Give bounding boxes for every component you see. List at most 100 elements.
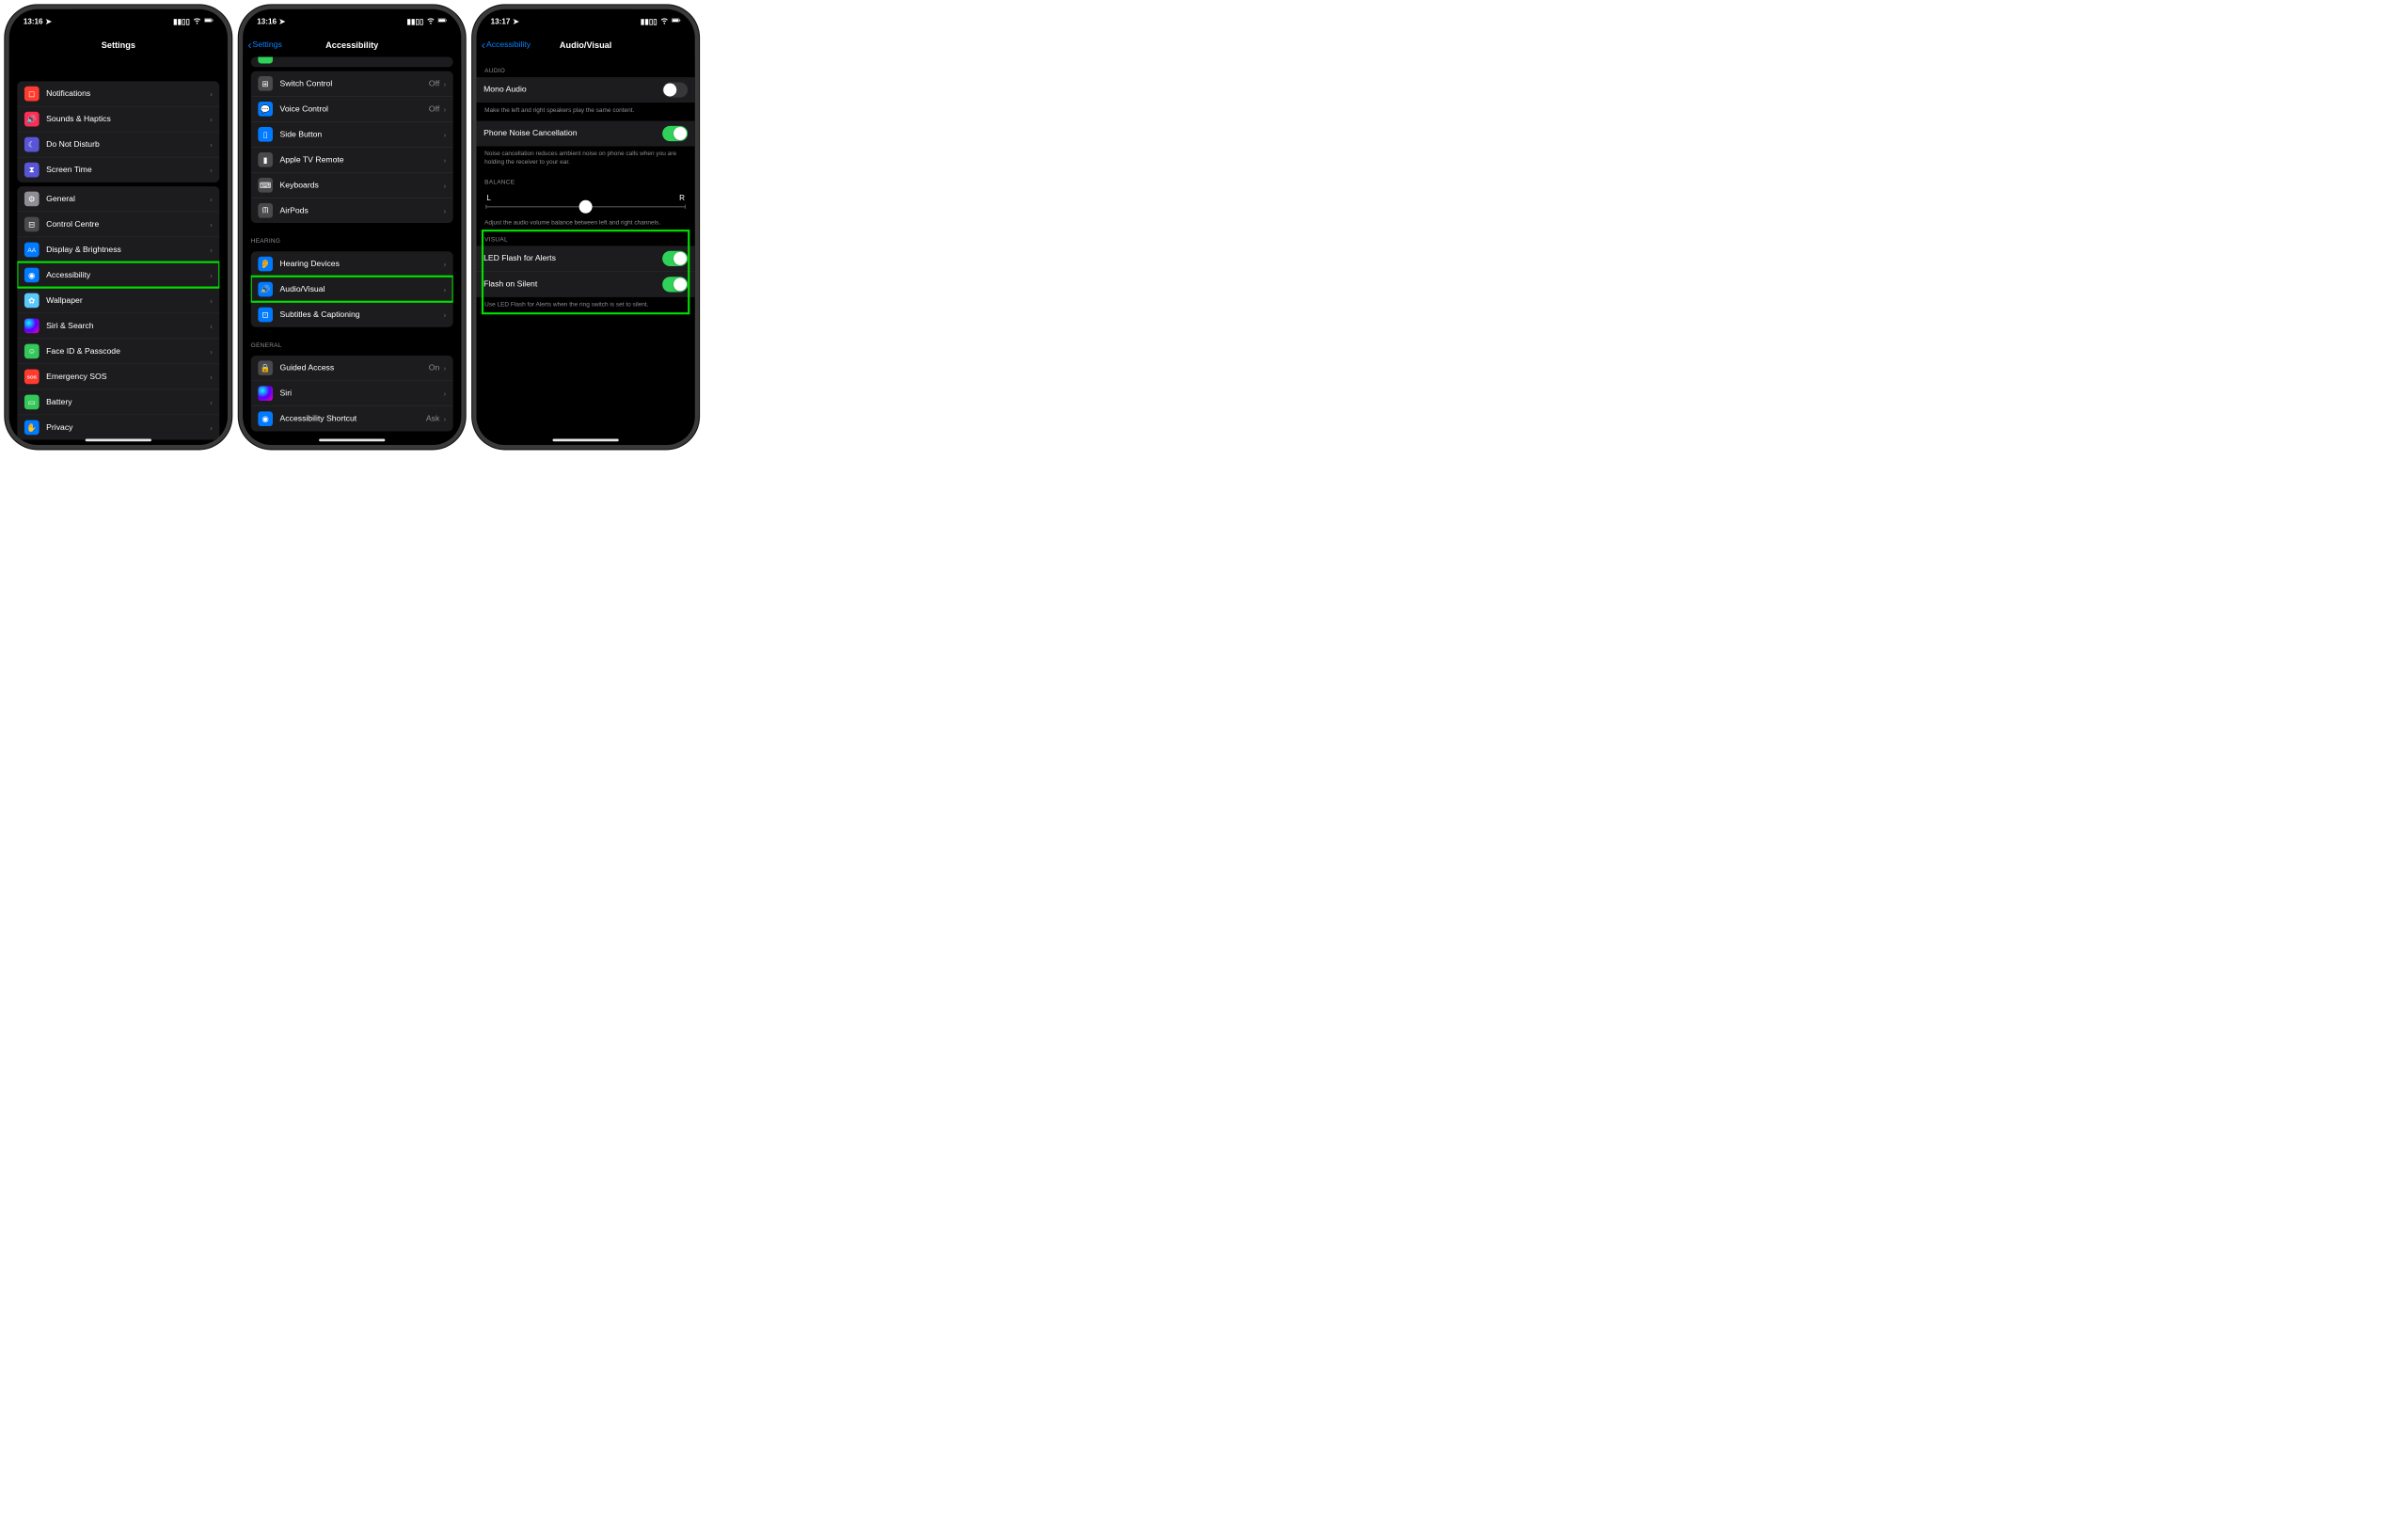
accessibility-shortcut-icon: ◉ <box>258 411 273 426</box>
privacy-icon: ✋ <box>24 420 40 436</box>
wallpaper-row[interactable]: ✿Wallpaper› <box>17 288 219 313</box>
chevron-right-icon: › <box>210 166 213 174</box>
subtitles-captioning-row[interactable]: ⊡Subtitles & Captioning› <box>251 302 453 327</box>
chevron-right-icon: › <box>210 296 213 305</box>
control-centre-label: Control Centre <box>46 220 210 230</box>
emergency-sos-row[interactable]: SOSEmergency SOS› <box>17 364 219 389</box>
side-button-row[interactable]: ▯Side Button› <box>251 121 453 147</box>
guided-access-row[interactable]: 🔒Guided AccessOn› <box>251 356 453 380</box>
chevron-right-icon: › <box>444 285 447 293</box>
status-time: 13:17 <box>491 17 511 25</box>
led-flash-row[interactable]: LED Flash for Alerts <box>477 246 695 271</box>
signal-icon: ▮▮▯▯ <box>641 17 657 26</box>
siri-search-row[interactable]: Siri & Search› <box>17 313 219 339</box>
control-centre-row[interactable]: ⊟Control Centre› <box>17 212 219 237</box>
apple-tv-remote-row[interactable]: ▮Apple TV Remote› <box>251 147 453 172</box>
screen-time-row[interactable]: ⧗Screen Time› <box>17 157 219 182</box>
led-flash-toggle[interactable] <box>662 251 688 266</box>
keyboards-row[interactable]: ⌨Keyboards› <box>251 172 453 198</box>
accessibility-group: 🔒Guided AccessOn›Siri›◉Accessibility Sho… <box>251 356 453 431</box>
switch-control-icon: ⊞ <box>258 76 273 91</box>
side-button-label: Side Button <box>280 130 444 139</box>
home-indicator[interactable] <box>553 439 619 442</box>
accessibility-shortcut-row[interactable]: ◉Accessibility ShortcutAsk› <box>251 405 453 431</box>
voice-control-icon: 💬 <box>258 102 273 117</box>
mono-audio-row[interactable]: Mono Audio <box>477 77 695 103</box>
wifi-icon <box>426 16 436 27</box>
do-not-disturb-row[interactable]: ☾Do Not Disturb› <box>17 132 219 157</box>
nav-bar: ‹ Accessibility Audio/Visual <box>477 34 695 57</box>
back-label: Settings <box>253 40 282 50</box>
emergency-sos-label: Emergency SOS <box>46 373 210 382</box>
balance-section-header: BALANCE <box>477 168 695 189</box>
audio-visual-row[interactable]: 🔊Audio/Visual› <box>251 277 453 302</box>
general-row[interactable]: ⚙General› <box>17 186 219 211</box>
mono-audio-toggle[interactable] <box>662 82 688 97</box>
back-label: Accessibility <box>486 40 531 50</box>
face-id-passcode-row[interactable]: ☺Face ID & Passcode› <box>17 339 219 364</box>
noise-cancel-toggle[interactable] <box>662 126 688 141</box>
chevron-right-icon: › <box>210 373 213 381</box>
accessibility-row[interactable]: ◉Accessibility› <box>17 262 219 288</box>
wifi-icon <box>193 16 202 27</box>
back-button[interactable]: ‹ Accessibility <box>482 39 531 52</box>
chevron-right-icon: › <box>210 220 213 229</box>
siri-icon <box>258 386 273 401</box>
accessibility-icon: ◉ <box>24 268 40 283</box>
page-title: Accessibility <box>325 40 378 51</box>
settings-list[interactable]: ◻Notifications›🔊Sounds & Haptics›☾Do Not… <box>9 56 228 439</box>
chevron-left-icon: ‹ <box>482 39 485 52</box>
chevron-right-icon: › <box>210 322 213 330</box>
chevron-right-icon: › <box>210 246 213 254</box>
cut-off-row[interactable] <box>251 56 453 67</box>
mono-audio-group: Mono Audio <box>477 77 695 103</box>
nav-bar: ‹ Settings Accessibility <box>243 34 461 57</box>
signal-icon: ▮▮▯▯ <box>173 17 190 26</box>
flash-silent-toggle[interactable] <box>662 277 688 292</box>
face-id-passcode-label: Face ID & Passcode <box>46 347 210 357</box>
visual-section-header: VISUAL <box>483 231 688 246</box>
chevron-right-icon: › <box>444 105 447 114</box>
accessibility-label: Accessibility <box>46 271 210 280</box>
hearing-devices-row[interactable]: 👂Hearing Devices› <box>251 251 453 276</box>
visual-highlight: VISUAL LED Flash for Alerts Flash on Sil… <box>483 231 688 312</box>
siri-row[interactable]: Siri› <box>251 380 453 405</box>
display-brightness-row[interactable]: AADisplay & Brightness› <box>17 237 219 262</box>
balance-thumb[interactable] <box>579 200 593 214</box>
noise-cancel-group: Phone Noise Cancellation <box>477 121 695 147</box>
phone-accessibility: 13:16 ➤ ▮▮▯▯ ‹ Settings Accessibility ⊞S… <box>243 9 461 445</box>
sounds-haptics-row[interactable]: 🔊Sounds & Haptics› <box>17 106 219 132</box>
balance-slider[interactable]: L R <box>477 188 695 215</box>
chevron-right-icon: › <box>444 389 447 398</box>
audio-visual-list[interactable]: AUDIO Mono Audio Make the left and right… <box>477 56 695 439</box>
back-button[interactable]: ‹ Settings <box>248 39 282 52</box>
airpods-icon: ᙏ <box>258 203 273 218</box>
accessibility-list[interactable]: ⊞Switch ControlOff›💬Voice ControlOff›▯Si… <box>243 56 461 439</box>
privacy-row[interactable]: ✋Privacy› <box>17 415 219 440</box>
notifications-row[interactable]: ◻Notifications› <box>17 81 219 105</box>
home-indicator[interactable] <box>319 439 385 442</box>
do-not-disturb-icon: ☾ <box>24 137 40 152</box>
subtitles-captioning-icon: ⊡ <box>258 308 273 323</box>
flash-silent-row[interactable]: Flash on Silent <box>477 271 695 297</box>
status-time: 13:16 <box>24 17 43 25</box>
home-indicator[interactable] <box>86 439 151 442</box>
mono-audio-label: Mono Audio <box>483 86 662 95</box>
chevron-right-icon: › <box>444 310 447 319</box>
chevron-right-icon: › <box>210 398 213 406</box>
balance-track[interactable] <box>485 206 686 207</box>
wallpaper-icon: ✿ <box>24 293 40 309</box>
switch-control-row[interactable]: ⊞Switch ControlOff› <box>251 71 453 96</box>
accessibility-shortcut-label: Accessibility Shortcut <box>280 414 426 423</box>
accessibility-shortcut-detail: Ask <box>426 414 439 423</box>
noise-cancel-row[interactable]: Phone Noise Cancellation <box>477 121 695 147</box>
airpods-row[interactable]: ᙏAirPods› <box>251 198 453 223</box>
chevron-right-icon: › <box>444 364 447 373</box>
apple-tv-remote-label: Apple TV Remote <box>280 155 444 165</box>
siri-label: Siri <box>280 388 444 398</box>
voice-control-detail: Off <box>429 104 439 114</box>
voice-control-row[interactable]: 💬Voice ControlOff› <box>251 96 453 121</box>
battery-row[interactable]: ▭Battery› <box>17 389 219 415</box>
status-time: 13:16 <box>257 17 277 25</box>
hearing-devices-label: Hearing Devices <box>280 260 444 269</box>
